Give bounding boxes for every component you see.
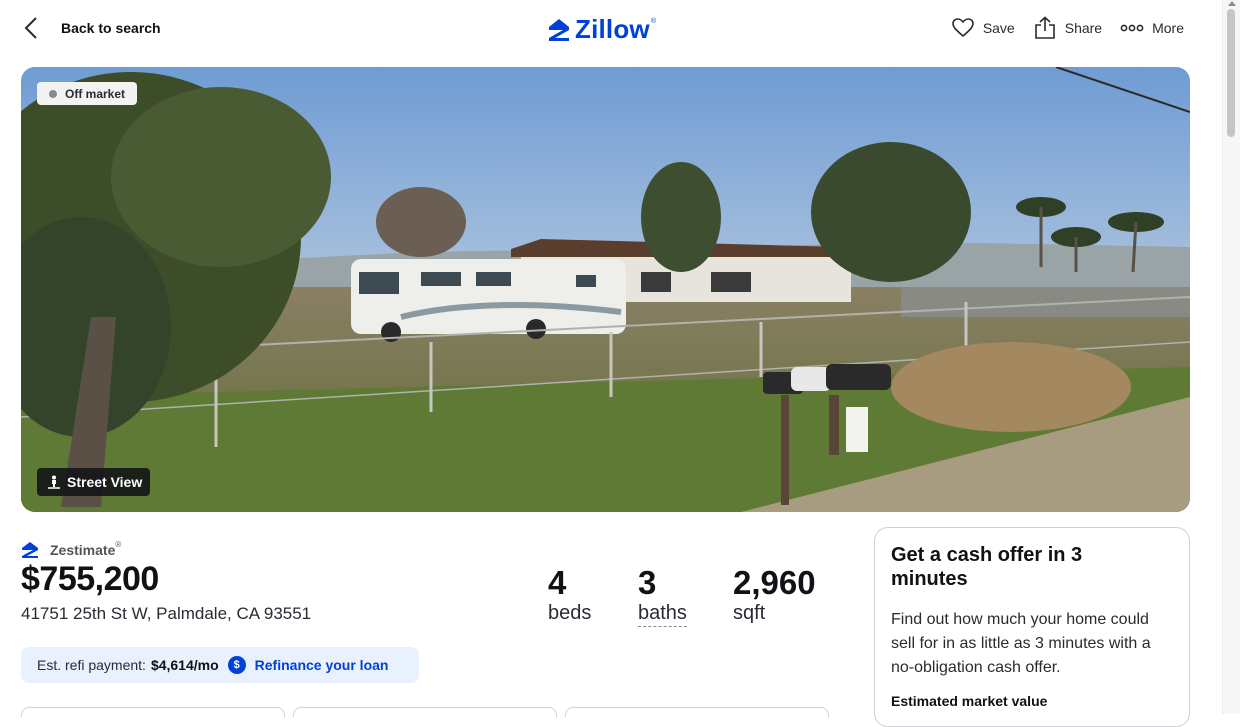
scroll-up-arrow-icon[interactable] (1228, 1, 1236, 6)
top-bar: Back to search Zillow ® Save Share More (0, 0, 1222, 56)
share-label: Share (1064, 20, 1103, 36)
zillow-logo-text: Zillow (575, 14, 650, 44)
street-view-button[interactable]: Street View (37, 468, 151, 496)
street-view-label: Street View (67, 474, 143, 490)
refinance-link[interactable]: Refinance your loan (255, 657, 389, 673)
scrollbar-thumb[interactable] (1227, 9, 1235, 137)
zestimate-text: Zestimate (50, 542, 116, 558)
estimated-market-value-heading: Estimated market value (891, 693, 1048, 709)
save-button[interactable]: Save (951, 16, 1015, 40)
page-scrollbar[interactable] (1222, 0, 1240, 714)
status-badge-label: Off market (65, 86, 126, 101)
beds-fact: 4 beds (548, 564, 591, 625)
zestimate-price: $755,200 (21, 560, 159, 598)
property-address: 41751 25th St W, Palmdale, CA 93551 (21, 604, 312, 623)
beds-label: beds (548, 602, 592, 624)
sqft-label: sqft (733, 602, 766, 624)
status-badge: Off market (37, 82, 138, 105)
chevron-left-icon (24, 17, 37, 39)
street-view-icon (48, 475, 60, 489)
refi-banner: Est. refi payment: $4,614/mo $ Refinance… (21, 647, 419, 683)
sqft-value: 2,960 (733, 564, 816, 601)
baths-fact[interactable]: 3 baths (638, 564, 687, 627)
baths-label[interactable]: baths (638, 602, 687, 627)
info-card-peek[interactable] (565, 707, 829, 717)
info-card-peek[interactable] (21, 707, 285, 717)
cash-offer-card: Get a cash offer in 3 minutes Find out h… (874, 527, 1190, 727)
dollar-icon: $ (227, 656, 246, 674)
zestimate-label: Zestimate ® (21, 539, 122, 559)
refi-payment-amount: $4,614/mo (150, 657, 219, 673)
heart-icon (952, 18, 974, 38)
zillow-logo[interactable]: Zillow ® (547, 14, 656, 45)
zillow-logo-icon (549, 18, 569, 41)
zestimate-registered-mark: ® (115, 539, 122, 549)
more-label: More (1152, 20, 1184, 36)
baths-value: 3 (638, 564, 657, 601)
back-to-search-label: Back to search (61, 20, 161, 36)
zestimate-icon (22, 542, 38, 558)
registered-mark: ® (650, 18, 657, 25)
back-to-search-button[interactable]: Back to search (22, 16, 161, 40)
more-button[interactable]: More (1120, 16, 1184, 40)
save-label: Save (982, 20, 1015, 36)
sqft-fact: 2,960 sqft (733, 564, 816, 625)
more-dots-icon (1120, 24, 1144, 32)
refi-payment-label: Est. refi payment: (37, 657, 146, 673)
status-dot (49, 89, 57, 98)
share-button[interactable]: Share (1033, 16, 1102, 40)
info-card-peek[interactable] (293, 707, 557, 717)
beds-value: 4 (548, 564, 567, 601)
header-actions: Save Share More (933, 16, 1184, 40)
cash-offer-title: Get a cash offer in 3 minutes (891, 544, 1083, 590)
property-photo[interactable]: Off market Street View (21, 67, 1190, 512)
cash-offer-body: Find out how much your home could sell f… (891, 611, 1151, 676)
street-view-photo (21, 67, 1190, 512)
share-icon (1034, 16, 1055, 39)
